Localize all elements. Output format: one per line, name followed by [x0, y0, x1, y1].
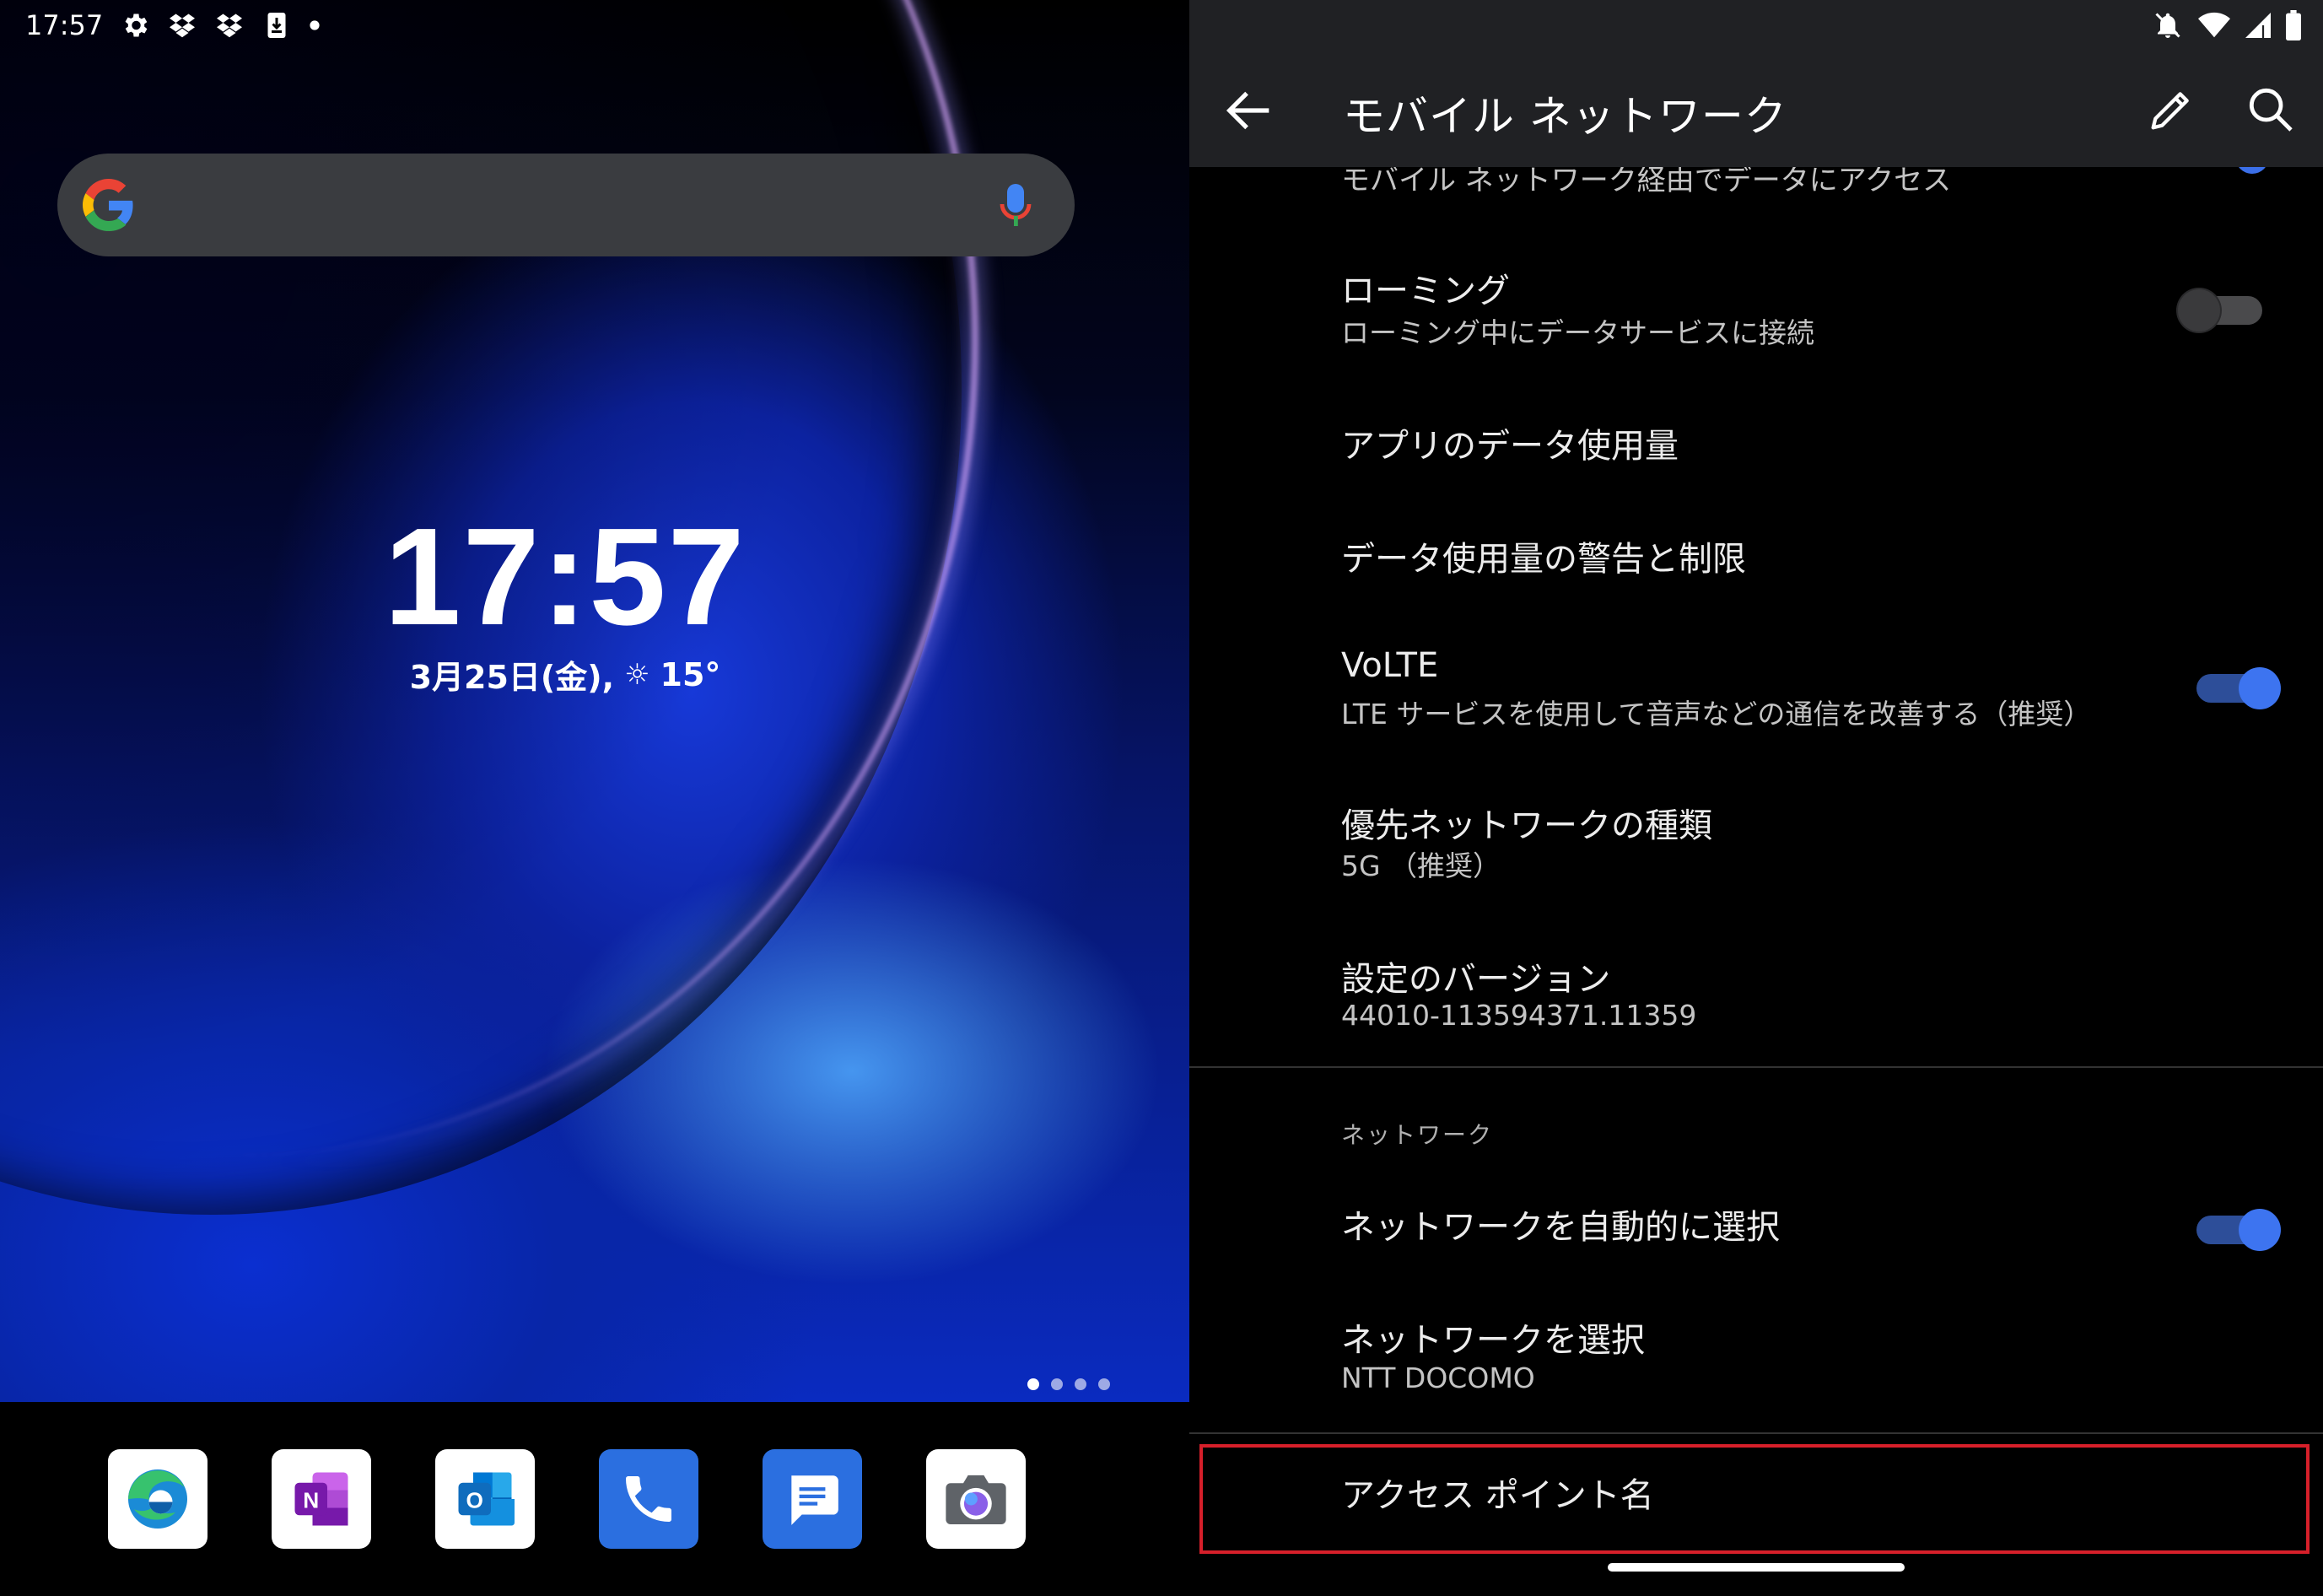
auto-select-network-toggle[interactable] — [2195, 1200, 2283, 1251]
app-dock: N O — [108, 1449, 1026, 1549]
camera-icon[interactable] — [926, 1449, 1026, 1549]
setting-app-data-usage[interactable]: アプリのデータ使用量 — [1189, 405, 2323, 489]
dropbox-icon — [170, 13, 196, 38]
svg-text:N: N — [303, 1488, 319, 1513]
status-bar-left: 17:57 — [25, 7, 321, 44]
gesture-home-bar[interactable] — [1608, 1563, 1905, 1572]
camera-body — [946, 1475, 1006, 1524]
volte-toggle[interactable] — [2195, 659, 2283, 709]
section-divider — [1189, 1432, 2323, 1434]
setting-volte[interactable]: VoLTE LTE サービスを使用して音声などの通信を改善する（推奨） — [1189, 636, 2323, 754]
weather-temp: 15° — [660, 655, 721, 693]
setting-title: 設定のバージョン — [1341, 960, 1611, 999]
settings-icon — [125, 13, 148, 37]
signal-icon — [2245, 13, 2271, 38]
message-bubble — [791, 1475, 838, 1525]
page-title: モバイル ネットワーク — [1343, 92, 1787, 141]
status-time: 17:57 — [25, 9, 104, 41]
google-search-bar[interactable] — [57, 154, 1075, 256]
date-weather-widget[interactable]: 3月25日(金), ☼ 15° — [0, 651, 1130, 698]
phone-icon[interactable] — [599, 1449, 698, 1549]
highlight-box — [1199, 1444, 2310, 1554]
setting-roaming[interactable]: ローミング ローミング中にデータサービスに接続 — [1189, 253, 2323, 371]
section-divider — [1189, 1066, 2323, 1068]
toggle-thumb — [2239, 667, 2281, 709]
messages-icon[interactable] — [763, 1449, 862, 1549]
onenote-icon[interactable]: N — [272, 1449, 371, 1549]
more-notifications-dot-icon — [310, 20, 320, 30]
setting-preferred-network-type[interactable]: 優先ネットワークの種類 5G （推奨） — [1189, 788, 2323, 906]
edge-logo — [128, 1469, 187, 1529]
setting-subtitle: LTE サービスを使用して音声などの通信を改善する（推奨） — [1341, 698, 2092, 731]
page-dot-active — [1027, 1378, 1039, 1390]
app-bar: モバイル ネットワーク — [1189, 0, 2323, 167]
setting-title: ネットワークを自動的に選択 — [1341, 1208, 1780, 1247]
svg-text:O: O — [466, 1488, 483, 1513]
setting-data-warning-limit[interactable]: データ使用量の警告と制限 — [1189, 518, 2323, 602]
setting-title: データ使用量の警告と制限 — [1341, 540, 1746, 579]
setting-title: 優先ネットワークの種類 — [1341, 806, 1712, 845]
mobile-network-settings: モバイル ネットワーク経由でデータにアクセス モバイル ネットワーク ローミング… — [1189, 0, 2323, 1596]
setting-subtitle: NTT DOCOMO — [1341, 1361, 1535, 1394]
setting-subtitle: ローミング中にデータサービスに接続 — [1341, 316, 1814, 349]
dropbox-icon — [217, 13, 243, 38]
wifi-icon — [2198, 12, 2230, 38]
status-bar-right — [2153, 8, 2301, 42]
sunny-icon: ☼ — [624, 657, 650, 692]
onenote-logo: N — [294, 1472, 348, 1526]
battery-icon — [2286, 10, 2301, 40]
page-dot — [1051, 1378, 1063, 1390]
toggle-thumb — [2239, 1209, 2281, 1251]
setting-subtitle: 5G （推奨） — [1341, 849, 1501, 882]
setting-title: ローミング — [1341, 272, 1510, 310]
clock-widget[interactable]: 17:57 — [0, 498, 1130, 656]
toggle-thumb — [2178, 289, 2220, 332]
date-text: 3月25日(金), — [409, 659, 615, 696]
setting-title: アプリのデータ使用量 — [1341, 427, 1679, 466]
google-logo-icon — [83, 179, 133, 231]
search-icon[interactable] — [2244, 83, 2298, 137]
page-indicator — [1027, 1378, 1110, 1390]
download-icon — [267, 13, 286, 38]
mute-icon — [2155, 13, 2180, 38]
phone-handset — [626, 1476, 671, 1522]
setting-subtitle: 44010-113594371.11359 — [1341, 999, 1697, 1032]
edit-pencil-icon[interactable] — [2144, 83, 2198, 137]
roaming-toggle[interactable] — [2178, 281, 2266, 332]
setting-auto-select-network[interactable]: ネットワークを自動的に選択 — [1189, 1186, 2323, 1279]
edge-icon[interactable] — [108, 1449, 208, 1549]
page-dot — [1075, 1378, 1086, 1390]
setting-title: VoLTE — [1341, 646, 1439, 685]
mic-icon[interactable] — [999, 182, 1032, 229]
setting-select-network[interactable]: ネットワークを選択 NTT DOCOMO — [1189, 1302, 2323, 1421]
outlook-logo: O — [458, 1472, 515, 1526]
home-screen: 17:57 17:57 3月25日(金), ☼ 15° N O — [0, 0, 1189, 1596]
back-arrow-icon[interactable] — [1220, 81, 1279, 140]
outlook-icon[interactable]: O — [435, 1449, 535, 1549]
section-header-network: ネットワーク — [1341, 1121, 1494, 1149]
setting-title: ネットワークを選択 — [1341, 1321, 1645, 1360]
setting-version[interactable]: 設定のバージョン 44010-113594371.11359 — [1189, 941, 2323, 1060]
page-dot — [1098, 1378, 1110, 1390]
